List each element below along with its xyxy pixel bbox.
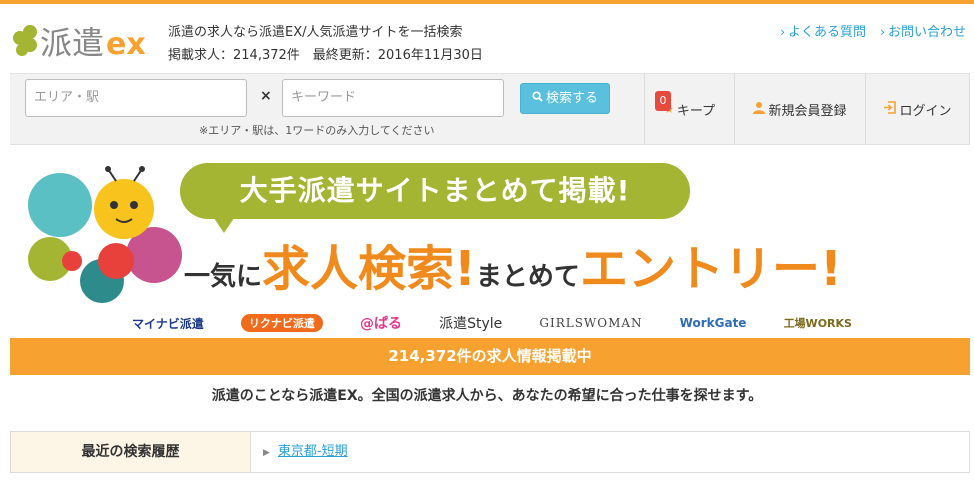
faq-link[interactable]: › よくある質問	[780, 25, 866, 40]
search-hint: ※エリア・駅は、1ワードのみ入力してください	[199, 124, 435, 137]
contact-link[interactable]: › お問い合わせ	[880, 25, 966, 40]
partner-logo-haken-style: 派遣Style	[439, 316, 503, 332]
site-tagline: 派遣の求人なら派遣EX/人気派遣サイトを一括検索	[168, 25, 463, 40]
partner-logo-mynavi: マイナビ派遣	[132, 316, 204, 331]
hero-banner: 大手派遣サイトまとめて掲載! 一気に求人検索!まとめてエントリー! マイナビ派遣…	[0, 143, 974, 338]
search-history-item: ▶ 東京都-短期	[263, 432, 348, 472]
search-button[interactable]: 検索する	[520, 83, 610, 114]
banner-headline: 大手派遣サイトまとめて掲載!	[180, 163, 690, 219]
search-history-label: 最近の検索履歴	[11, 432, 251, 472]
chevron-right-icon: ›	[780, 25, 786, 39]
keep-count-badge: 0	[655, 91, 671, 111]
banner-tagline: 一気に求人検索!まとめてエントリー!	[184, 241, 842, 297]
register-button[interactable]: 新規会員登録	[734, 74, 865, 144]
search-history-link[interactable]: 東京都-短期	[278, 444, 348, 459]
search-icon	[532, 84, 543, 114]
top-links: › よくある質問 › お問い合わせ	[770, 21, 966, 40]
login-icon	[883, 100, 897, 118]
partner-logo-kojo-works: 工場WORKS	[783, 317, 852, 330]
partner-logo-workgate: WorkGate	[679, 316, 747, 330]
partner-logo-girlswoman: GIRLSWOMAN	[539, 316, 643, 330]
logo-suffix: ex	[106, 27, 146, 62]
area-input[interactable]: エリア・駅	[25, 79, 247, 117]
times-separator: ×	[260, 88, 272, 104]
search-bar: エリア・駅 × キーワード 検索する ※エリア・駅は、1ワードのみ入力してくださ…	[10, 73, 970, 145]
chevron-right-icon: ›	[880, 25, 885, 39]
keyword-input[interactable]: キーワード	[282, 79, 504, 117]
partner-logos: マイナビ派遣 リクナビ派遣 @ぱる 派遣Style GIRLSWOMAN Wor…	[132, 313, 852, 333]
bee-mascot-illustration	[28, 166, 182, 303]
clover-icon	[13, 25, 37, 56]
site-stats: 掲載求人：214,372件 最終更新：2016年11月30日	[168, 48, 483, 63]
job-count-bar: 214,372件の求人情報掲載中	[10, 338, 970, 375]
header: 派遣 ex 派遣の求人なら派遣EX/人気派遣サイトを一括検索 掲載求人：214,…	[0, 4, 974, 73]
partner-logo-rikunabi: リクナビ派遣	[240, 314, 323, 332]
login-button[interactable]: ログイン	[865, 74, 970, 144]
user-icon	[753, 101, 766, 118]
site-logo[interactable]: 派遣 ex	[8, 18, 163, 62]
site-description: 派遣のことなら派遣EX。全国の派遣求人から、あなたの希望に合った仕事を探せます。	[211, 388, 763, 404]
keep-button[interactable]: 0 ★キープ	[644, 74, 734, 144]
search-history: 最近の検索履歴 ▶ 東京都-短期	[10, 431, 970, 473]
partner-logo-pera: @ぱる	[359, 316, 402, 332]
logo-text: 派遣	[40, 24, 104, 62]
triangle-right-icon: ▶	[263, 448, 270, 458]
